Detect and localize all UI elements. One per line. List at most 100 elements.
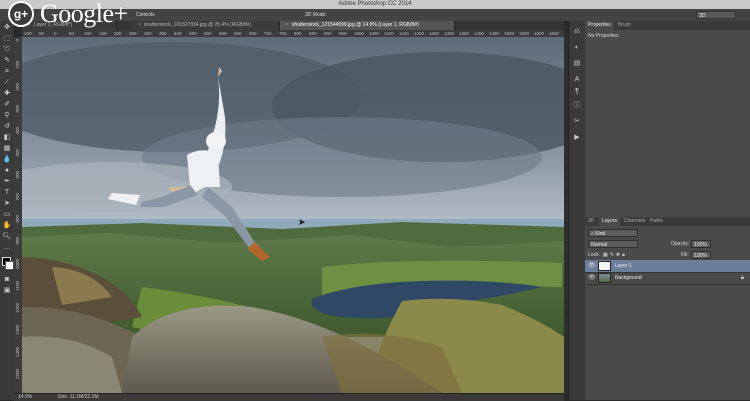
ruler-tick-label: 950: [339, 31, 347, 36]
more-tools-icon[interactable]: …: [2, 243, 12, 252]
tab-brush[interactable]: Brush: [615, 21, 634, 30]
document-canvas[interactable]: ➤: [22, 37, 564, 393]
tab-layers[interactable]: Layers: [599, 217, 621, 226]
ruler-tick-label: 200: [15, 83, 20, 91]
type-tool-icon[interactable]: T: [2, 188, 12, 197]
layer-row-background[interactable]: 👁︎ Background 🔒︎: [585, 272, 750, 285]
doc-tab-2[interactable]: × shutterstock_161827934.jpg @ 25.4% (RGB…: [132, 21, 280, 30]
shape-tool-icon[interactable]: ▭: [2, 210, 12, 219]
fill-input[interactable]: 100%: [691, 251, 711, 259]
ruler-tick-label: 50: [39, 31, 45, 36]
ruler-tick-label: 400: [174, 31, 182, 36]
ruler-tick-label: 1500: [504, 31, 515, 36]
ruler-tick-label: 50: [69, 31, 75, 36]
fill-label: Fill:: [681, 252, 689, 258]
eye-icon[interactable]: 👁︎: [588, 262, 596, 270]
ruler-tick-label: 1100: [15, 281, 20, 291]
ruler-tick-label: 250: [129, 31, 137, 36]
tab-paths[interactable]: Paths: [647, 217, 666, 226]
ruler-tick-label: 700: [15, 193, 20, 201]
screen-mode-icon[interactable]: ▣: [2, 286, 12, 295]
properties-empty-message: No Properties: [588, 33, 619, 39]
eye-icon[interactable]: 👁︎: [588, 274, 596, 282]
ruler-tick-label: 300: [144, 31, 152, 36]
layer-thumbnail: [598, 273, 611, 283]
ruler-tick-label: 800: [15, 215, 20, 223]
ruler-tick-label: 100: [84, 31, 92, 36]
blend-mode-select[interactable]: Normal: [588, 240, 638, 248]
close-tab-icon[interactable]: ×: [286, 22, 289, 28]
layer-filter-select[interactable]: ⌕ Kind: [588, 229, 638, 237]
tab-3d[interactable]: 3D: [585, 217, 597, 226]
properties-tab-bar: Properties Brush: [585, 21, 750, 30]
hand-tool-icon[interactable]: ✋: [2, 221, 12, 230]
lock-options-icons[interactable]: ▦✎✥🔒︎: [603, 251, 627, 259]
google-plus-wordmark: Google+: [40, 0, 128, 28]
quick-mask-icon[interactable]: ◙: [2, 275, 12, 284]
pen-tool-icon[interactable]: ✒: [2, 177, 12, 186]
info-panel-icon[interactable]: ⓘ: [572, 101, 582, 110]
ruler-tick-label: 900: [324, 31, 332, 36]
ruler-tick-label: 850: [309, 31, 317, 36]
layer-name: Background: [615, 275, 642, 281]
lock-icon: 🔒︎: [740, 275, 744, 281]
ruler-tick-label: 1000: [354, 31, 365, 36]
ruler-tick-label: 150: [99, 31, 107, 36]
marquee-tool-icon[interactable]: ⬚: [2, 34, 12, 43]
history-brush-tool-icon[interactable]: ↺: [2, 122, 12, 131]
ruler-tick-label: 300: [15, 105, 20, 113]
doc-tab-3[interactable]: × shutterstock_121544599.jpg @ 14.9% (Lay…: [280, 21, 455, 30]
close-tab-icon[interactable]: ×: [138, 22, 141, 28]
workspace-select[interactable]: 3D: [696, 11, 736, 19]
ruler-tick-label: 200: [114, 31, 122, 36]
quick-select-tool-icon[interactable]: ✎: [2, 56, 12, 65]
ruler-tick-label: 750: [279, 31, 287, 36]
healing-brush-tool-icon[interactable]: ✚: [2, 89, 12, 98]
ruler-tick-label: 650: [249, 31, 257, 36]
ruler-tick-label: 1350: [459, 31, 470, 36]
gradient-tool-icon[interactable]: ▦: [2, 144, 12, 153]
tab-channels[interactable]: Channels: [621, 217, 648, 226]
background-color-swatch[interactable]: [5, 261, 14, 270]
ruler-tick-label: 500: [15, 149, 20, 157]
ruler-tick-label: 0: [15, 39, 20, 42]
tab-properties[interactable]: Properties: [585, 21, 614, 30]
ruler-tick-label: 1300: [444, 31, 455, 36]
layers-tab-bar: 3D Layers Channels Paths: [585, 217, 750, 226]
eraser-tool-icon[interactable]: ◧: [2, 133, 12, 142]
crop-tool-icon[interactable]: ⌗: [2, 67, 12, 76]
search-icon: ⌕: [591, 231, 594, 237]
history-panel-icon[interactable]: ⎌: [572, 27, 582, 36]
opacity-label: Opacity:: [671, 241, 690, 247]
lasso-tool-icon[interactable]: ➰: [2, 45, 12, 54]
ruler-tick-label: 1250: [429, 31, 440, 36]
character-panel-icon[interactable]: A: [572, 75, 582, 84]
adjustments-panel-icon[interactable]: ◐: [572, 43, 582, 52]
dodge-tool-icon[interactable]: ●: [2, 166, 12, 175]
google-plus-logo: g+: [8, 1, 34, 27]
eyedropper-tool-icon[interactable]: ⁄: [2, 78, 12, 87]
blur-tool-icon[interactable]: 💧: [2, 155, 12, 164]
filter-kind-label: Kind: [595, 231, 606, 237]
ruler-tick-label: 900: [15, 237, 20, 245]
move-tool-icon[interactable]: ✥: [2, 23, 12, 32]
brush-tool-icon[interactable]: ✐: [2, 100, 12, 109]
paragraph-panel-icon[interactable]: ¶: [572, 87, 582, 96]
ruler-tick-label: 550: [219, 31, 227, 36]
ruler-tick-label: 1150: [399, 31, 409, 36]
ruler-tick-label: 700: [264, 31, 272, 36]
ruler-tick-label: 1450: [489, 31, 500, 36]
tool-presets-icon[interactable]: ✂: [572, 117, 582, 126]
ruler-tick-label: 800: [294, 31, 302, 36]
layer-comps-icon[interactable]: ▤: [572, 59, 582, 68]
ruler-tick-label: 0: [54, 31, 57, 36]
layer-name: Layer 1: [615, 263, 632, 269]
doc-tab-label: shutterstock_121544599.jpg @ 14.9% (Laye…: [291, 22, 419, 28]
clone-stamp-tool-icon[interactable]: ⚲: [2, 111, 12, 120]
actions-panel-icon[interactable]: ▶: [572, 133, 582, 142]
layers-panel: 3D Layers Channels Paths ⌕ Kind Normal O…: [585, 217, 750, 400]
lock-label: Lock:: [588, 252, 600, 258]
path-select-tool-icon[interactable]: ➤: [2, 199, 12, 208]
opacity-input[interactable]: 100%: [691, 240, 711, 248]
zoom-tool-icon[interactable]: 🔍︎: [2, 232, 12, 241]
